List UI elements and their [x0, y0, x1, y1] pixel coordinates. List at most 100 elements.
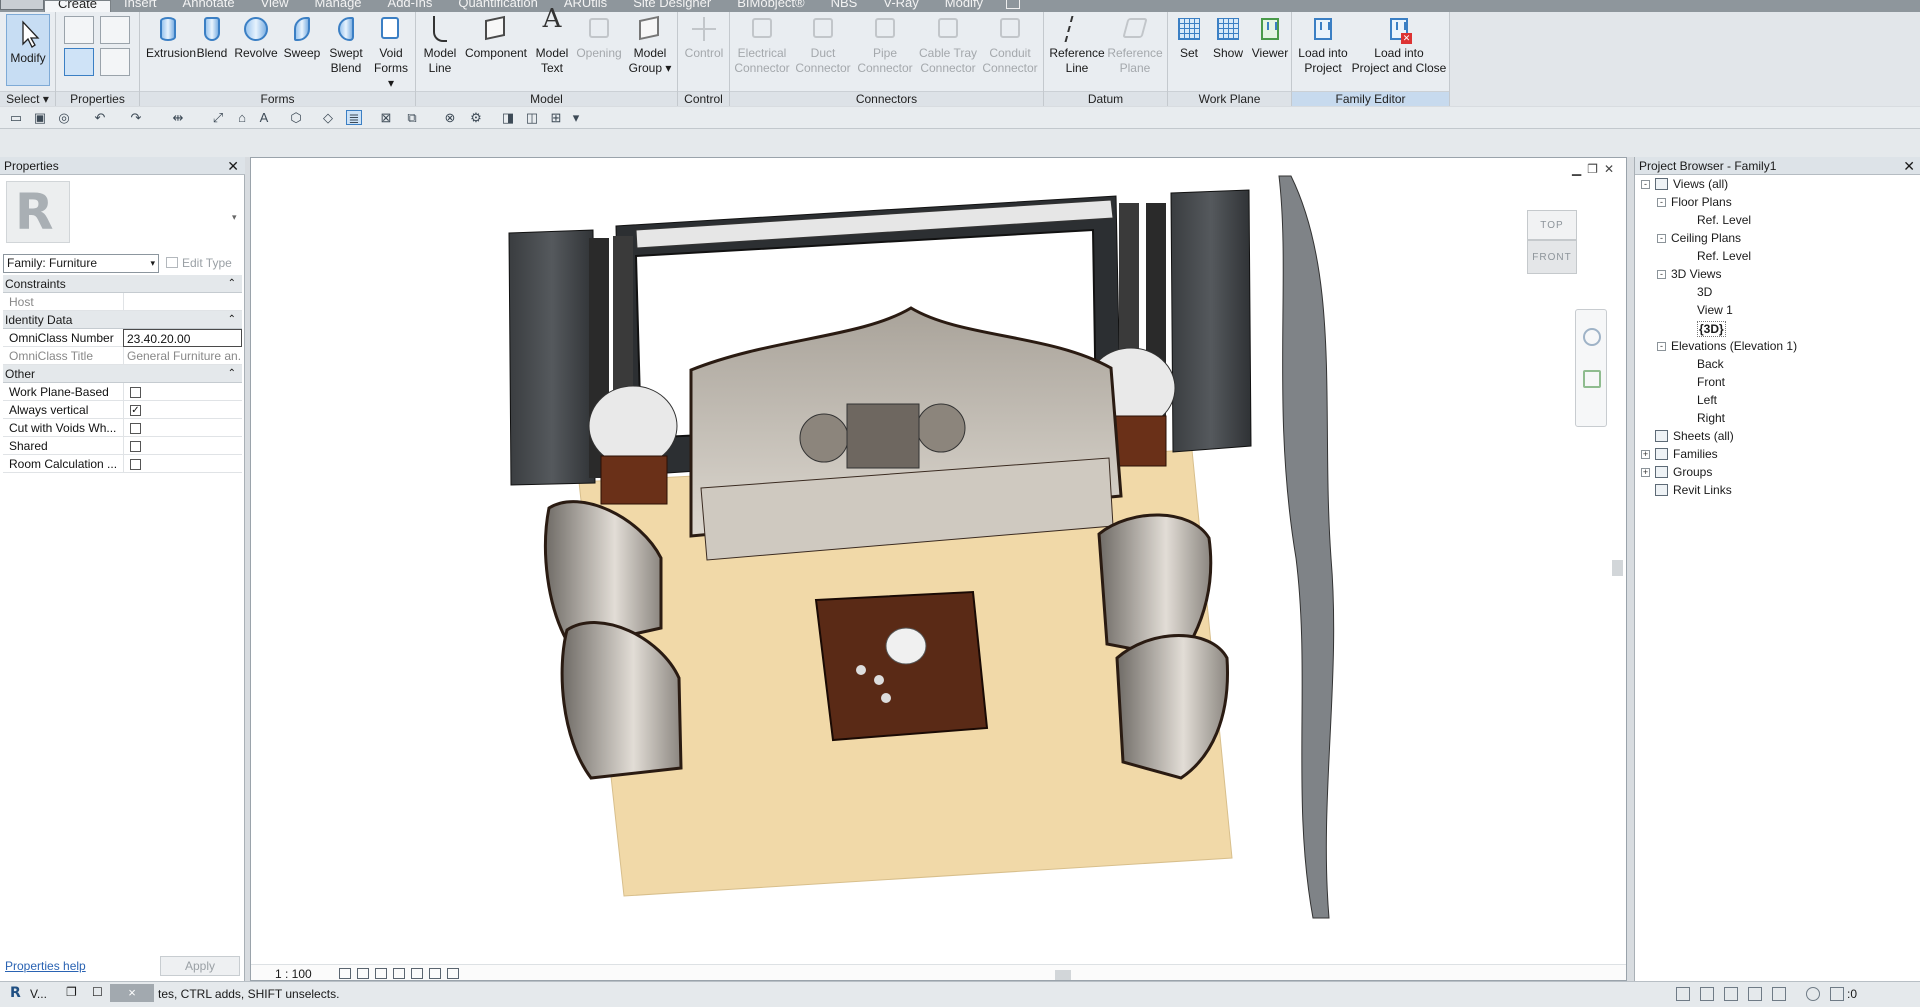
- tab-site-designer[interactable]: Site Designer: [620, 0, 724, 12]
- omniclass-number-field[interactable]: 23.40.20.00: [123, 329, 242, 347]
- 3d-view-icon[interactable]: ⬡: [288, 110, 304, 125]
- component-button[interactable]: Component: [462, 14, 530, 61]
- viewcube[interactable]: TOP FRONT: [1523, 210, 1579, 280]
- model-line-button[interactable]: Model Line: [420, 14, 460, 76]
- tree-node[interactable]: Front: [1635, 373, 1920, 391]
- tree-node[interactable]: Ref. Level: [1635, 247, 1920, 265]
- vertical-scrollbar[interactable]: [1610, 162, 1624, 964]
- load-into-project-button[interactable]: Load into Project: [1294, 14, 1352, 76]
- tab-annotate[interactable]: Annotate: [170, 0, 248, 12]
- group-constraints[interactable]: Constraints ⌃: [3, 275, 242, 293]
- tab-quantification[interactable]: Quantification: [445, 0, 551, 12]
- extrusion-button[interactable]: Extrusion: [146, 14, 196, 61]
- filter-icon[interactable]: [1830, 987, 1844, 1001]
- tab-manage[interactable]: Manage: [302, 0, 375, 12]
- minimize-icon[interactable]: ▁: [1572, 162, 1581, 176]
- measure-icon[interactable]: ⇹: [170, 110, 186, 125]
- tree-node[interactable]: - Floor Plans: [1635, 193, 1920, 211]
- room-calculation-checkbox[interactable]: [130, 459, 141, 470]
- tab-view[interactable]: View: [248, 0, 302, 12]
- select-underlay-icon[interactable]: [1700, 987, 1714, 1001]
- group-other[interactable]: Other ⌃: [3, 365, 242, 383]
- horizontal-scroll-thumb[interactable]: [1055, 970, 1071, 980]
- family-category-select[interactable]: Family: Furniture ▾: [3, 254, 159, 273]
- tab-bimobject[interactable]: BIMobject®: [724, 0, 817, 12]
- reference-line-button[interactable]: Reference Line: [1048, 14, 1106, 76]
- modify-button[interactable]: Modify: [6, 14, 50, 86]
- redo-icon[interactable]: ↷: [128, 110, 144, 125]
- customize-icon[interactable]: ⊞: [548, 110, 564, 125]
- collapse-icon[interactable]: -: [1657, 342, 1666, 351]
- sync-icon[interactable]: ◎: [56, 110, 72, 125]
- close-icon[interactable]: ✕: [1903, 157, 1915, 175]
- text-icon[interactable]: A: [256, 110, 272, 125]
- blend-button[interactable]: Blend: [194, 14, 230, 61]
- reference-plane-button[interactable]: Reference Plane: [1106, 14, 1164, 76]
- cable-tray-connector-button[interactable]: Cable Tray Connector: [918, 14, 978, 76]
- type-properties-icon[interactable]: [100, 48, 130, 76]
- tree-node[interactable]: + Groups: [1635, 463, 1920, 481]
- select-pinned-icon[interactable]: [1724, 987, 1738, 1001]
- type-selector-thumbnail[interactable]: R: [6, 181, 70, 243]
- swept-blend-button[interactable]: Swept Blend: [326, 14, 366, 76]
- tag-icon[interactable]: ⌂: [234, 110, 250, 125]
- qat-dropdown-icon[interactable]: ▾: [568, 110, 584, 125]
- tree-node[interactable]: Back: [1635, 355, 1920, 373]
- tab-add-ins[interactable]: Add-Ins: [375, 0, 446, 12]
- tree-node[interactable]: Left: [1635, 391, 1920, 409]
- tree-node[interactable]: - Elevations (Elevation 1): [1635, 337, 1920, 355]
- tab-create[interactable]: Create: [44, 0, 112, 12]
- detail-level-icon[interactable]: [339, 968, 351, 979]
- tab-arutils[interactable]: ARUtils: [551, 0, 620, 12]
- tree-node[interactable]: {3D}: [1635, 319, 1920, 337]
- 3d-view-canvas[interactable]: ▁ ❐ ✕ TOP FRONT 1 : 100: [250, 157, 1627, 981]
- switch-windows-icon[interactable]: ⧉: [404, 110, 420, 125]
- cut-with-voids-checkbox[interactable]: [130, 423, 141, 434]
- shadows-icon[interactable]: [393, 968, 405, 979]
- select-by-face-icon[interactable]: [1748, 987, 1762, 1001]
- tree-node[interactable]: - Ceiling Plans: [1635, 229, 1920, 247]
- vertical-scroll-thumb[interactable]: [1612, 560, 1623, 576]
- always-vertical-checkbox[interactable]: ✓: [130, 405, 141, 416]
- show-work-plane-button[interactable]: Show: [1208, 14, 1248, 61]
- tree-node[interactable]: Ref. Level: [1635, 211, 1920, 229]
- load-into-project-and-close-button[interactable]: ✕ Load into Project and Close: [1350, 14, 1448, 76]
- render-icon[interactable]: [411, 968, 423, 979]
- tree-node[interactable]: 3D: [1635, 283, 1920, 301]
- drag-elements-icon[interactable]: [1772, 987, 1786, 1001]
- work-plane-based-checkbox[interactable]: [130, 387, 141, 398]
- family-types-icon[interactable]: [100, 16, 130, 44]
- tree-node[interactable]: - Views (all): [1635, 175, 1920, 193]
- select-links-icon[interactable]: [1676, 987, 1690, 1001]
- tree-node[interactable]: View 1: [1635, 301, 1920, 319]
- maximize-icon[interactable]: ☐: [92, 985, 103, 999]
- properties-help-link[interactable]: Properties help: [5, 959, 86, 973]
- duct-connector-button[interactable]: Duct Connector: [794, 14, 852, 76]
- collapse-icon[interactable]: -: [1657, 234, 1666, 243]
- tab-insert[interactable]: Insert: [111, 0, 170, 12]
- tree-node[interactable]: + Families: [1635, 445, 1920, 463]
- background-processes-icon[interactable]: [1806, 987, 1820, 1001]
- worksets-icon[interactable]: ⚙: [468, 110, 484, 125]
- tree-node[interactable]: -3D Views: [1635, 265, 1920, 283]
- model-text-button[interactable]: A Model Text: [532, 6, 572, 76]
- zoom-icon[interactable]: [1583, 370, 1601, 388]
- conduit-connector-button[interactable]: Conduit Connector: [980, 14, 1040, 76]
- tree-node[interactable]: Right: [1635, 409, 1920, 427]
- collapse-icon[interactable]: -: [1641, 180, 1650, 189]
- default-3d-icon[interactable]: ◫: [524, 110, 540, 125]
- save-icon[interactable]: ▣: [32, 110, 48, 125]
- steering-wheel-icon[interactable]: [1583, 328, 1601, 346]
- horizontal-scrollbar[interactable]: [515, 967, 1615, 980]
- visual-style-icon[interactable]: [357, 968, 369, 979]
- view-cube-icon[interactable]: ◨: [500, 110, 516, 125]
- model-group-button[interactable]: Model Group ▾: [626, 14, 674, 76]
- view-scale[interactable]: 1 : 100: [275, 965, 312, 980]
- expand-icon[interactable]: +: [1641, 450, 1650, 459]
- temporary-hide-icon[interactable]: [447, 968, 459, 979]
- undo-icon[interactable]: ↶: [92, 110, 108, 125]
- tree-node[interactable]: Revit Links: [1635, 481, 1920, 499]
- set-work-plane-button[interactable]: Set: [1172, 14, 1206, 61]
- viewcube-top-face[interactable]: TOP: [1527, 210, 1577, 240]
- opening-button[interactable]: Opening: [574, 14, 624, 61]
